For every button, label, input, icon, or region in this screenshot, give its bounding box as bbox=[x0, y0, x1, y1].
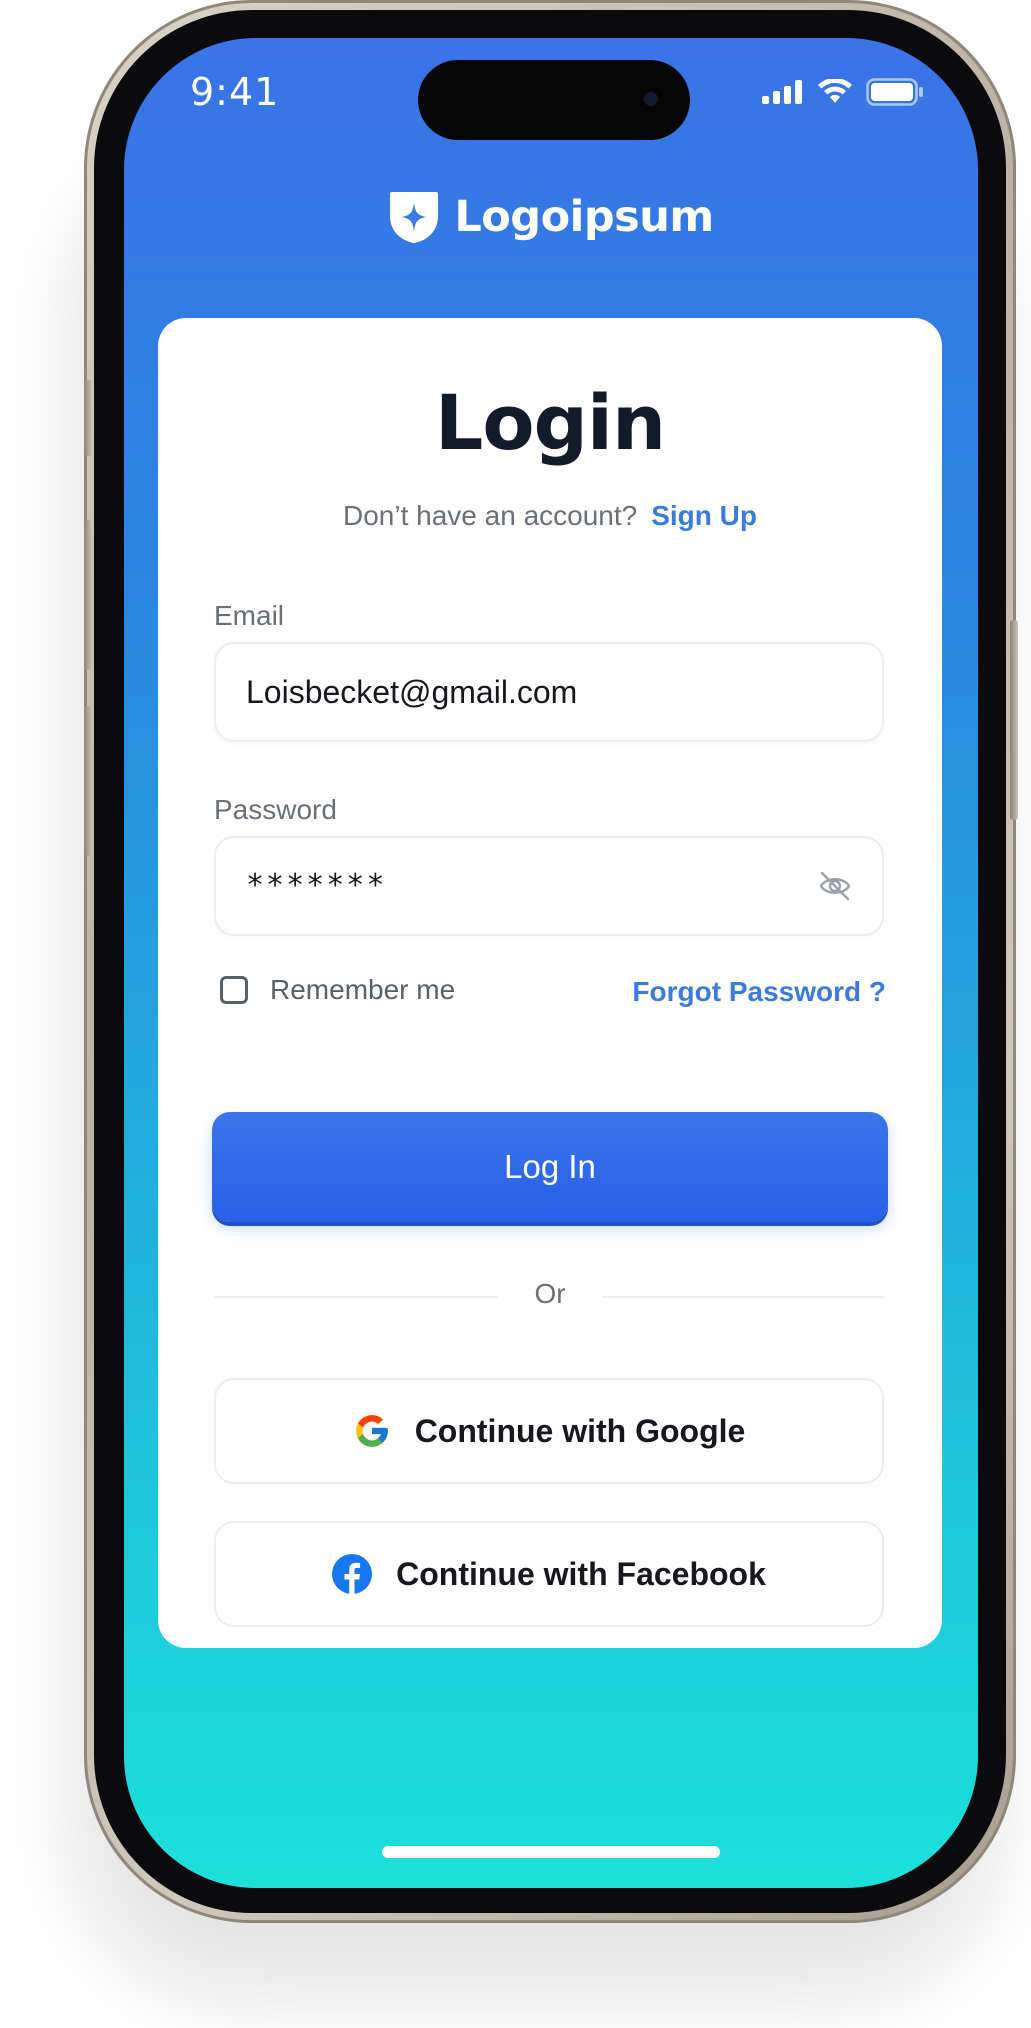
home-indicator[interactable] bbox=[382, 1846, 720, 1858]
login-button[interactable]: Log In bbox=[212, 1112, 888, 1222]
status-icons bbox=[762, 78, 924, 106]
email-label: Email bbox=[214, 600, 285, 631]
password-field[interactable]: ******* bbox=[214, 836, 884, 936]
signup-link[interactable]: Sign Up bbox=[651, 500, 757, 531]
password-value: ******* bbox=[246, 868, 387, 903]
eye-off-icon[interactable] bbox=[818, 871, 852, 901]
divider-right bbox=[602, 1296, 884, 1298]
status-time: 9:41 bbox=[190, 70, 280, 114]
brand-name: Logoipsum bbox=[454, 192, 714, 242]
signup-row: Don’t have an account? Sign Up bbox=[158, 500, 942, 532]
password-label: Password bbox=[214, 794, 337, 825]
action-button bbox=[84, 380, 92, 456]
google-label: Continue with Google bbox=[414, 1412, 746, 1449]
remember-checkbox[interactable] bbox=[220, 976, 248, 1004]
dynamic-island bbox=[418, 60, 690, 140]
facebook-button[interactable]: Continue with Facebook bbox=[214, 1521, 884, 1627]
google-button[interactable]: Continue with Google bbox=[214, 1378, 884, 1484]
volume-down-button bbox=[84, 706, 92, 856]
signup-prompt: Don’t have an account? bbox=[343, 500, 638, 531]
brand-logo: Logoipsum bbox=[124, 190, 978, 244]
email-field[interactable]: Loisbecket@gmail.com bbox=[214, 642, 884, 742]
stage: 9:41 Logoipsum Login Don’t have an accou… bbox=[0, 0, 1031, 2028]
shield-star-icon bbox=[390, 192, 439, 243]
camera-icon bbox=[644, 92, 658, 106]
signal-icon bbox=[762, 80, 802, 104]
google-icon bbox=[355, 1415, 388, 1447]
battery-icon bbox=[866, 78, 923, 106]
divider-text: Or bbox=[534, 1278, 566, 1309]
forgot-password-link[interactable]: Forgot Password ? bbox=[632, 976, 886, 1008]
power-button bbox=[1010, 620, 1018, 820]
facebook-label: Continue with Facebook bbox=[396, 1555, 766, 1592]
wifi-icon bbox=[818, 79, 852, 103]
facebook-icon bbox=[332, 1554, 373, 1594]
page-title: Login bbox=[434, 378, 666, 467]
remember-me[interactable]: Remember me bbox=[220, 974, 455, 1006]
login-card: Login Don’t have an account? Sign Up Emai… bbox=[158, 318, 942, 1648]
screen: 9:41 Logoipsum Login Don’t have an accou… bbox=[124, 38, 978, 1888]
email-value: Loisbecket@gmail.com bbox=[246, 674, 578, 710]
volume-up-button bbox=[84, 520, 92, 670]
remember-label: Remember me bbox=[270, 974, 456, 1005]
